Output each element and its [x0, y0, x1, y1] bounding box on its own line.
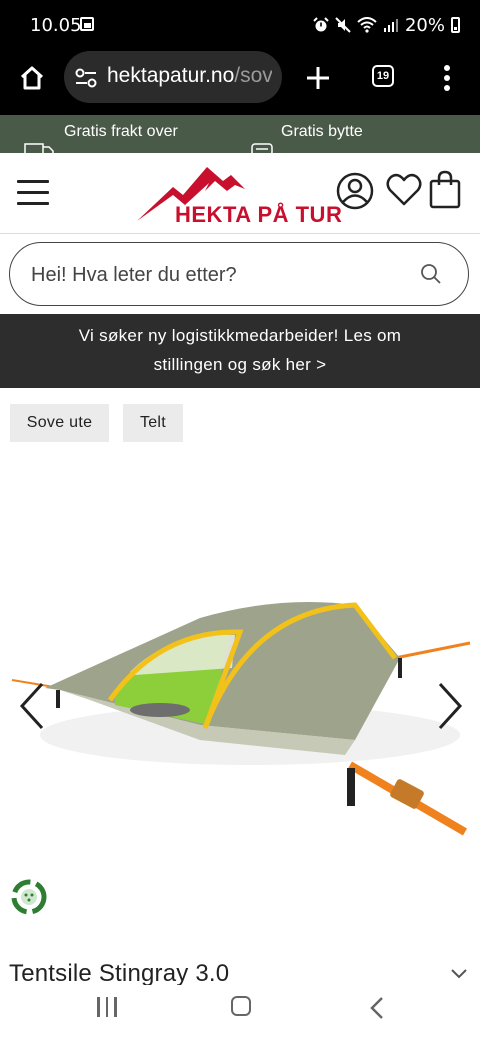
url-path: /sov	[234, 64, 272, 87]
tag-sove-ute[interactable]: Sove ute	[10, 404, 109, 442]
promo-strip: Gratis frakt over Gratis bytte	[0, 115, 480, 153]
site-logo[interactable]: HEKTA PÅ TUR	[135, 165, 342, 227]
search-input[interactable]	[29, 257, 403, 293]
android-nav-bar	[0, 985, 480, 1040]
battery-percent: 20%	[404, 14, 445, 36]
site-settings-icon[interactable]	[74, 67, 98, 89]
hanging-tree-tent-image[interactable]	[0, 540, 480, 840]
url-text[interactable]: hektapatur.no/sov	[107, 64, 272, 88]
carousel-prev-arrow-icon[interactable]	[14, 680, 50, 732]
status-bar: 10.05 20%	[0, 0, 480, 50]
alarm-icon	[313, 17, 329, 32]
home-icon	[20, 66, 44, 90]
announcement-link[interactable]: stillingen og søk her >	[0, 350, 480, 379]
announcement-line-1: Vi søker ny logistikkmedarbeider! Les om	[78, 326, 402, 345]
recycle-icon	[11, 879, 47, 915]
more-vertical-icon	[444, 65, 450, 91]
plus-icon	[307, 67, 329, 89]
site-header: HEKTA PÅ TUR	[0, 153, 480, 234]
recent-apps-icon[interactable]	[97, 997, 117, 1017]
mute-icon	[335, 17, 351, 33]
exchange-icon	[251, 143, 273, 153]
back-icon[interactable]	[368, 995, 386, 1021]
truck-icon	[24, 143, 54, 153]
product-title: Tentsile Stingray 3.0	[9, 960, 230, 987]
carousel-next-arrow-icon[interactable]	[432, 680, 468, 732]
browser-toolbar: hektapatur.no/sov 19	[0, 50, 480, 115]
signal-icon	[383, 19, 398, 32]
home-nav-icon[interactable]	[231, 996, 251, 1016]
menu-icon[interactable]	[17, 180, 49, 206]
new-tab-button[interactable]	[300, 60, 336, 96]
chevron-down-icon[interactable]	[450, 968, 468, 980]
tab-switcher-button[interactable]: 19	[372, 65, 394, 87]
status-time: 10.05	[30, 15, 82, 36]
search-bar[interactable]	[9, 242, 469, 306]
tag-telt[interactable]: Telt	[123, 404, 183, 442]
promo-free-shipping: Gratis frakt over	[64, 123, 178, 140]
home-button[interactable]	[14, 60, 50, 96]
account-icon[interactable]	[335, 171, 375, 211]
gallery-icon	[80, 17, 94, 31]
cart-bag-icon[interactable]	[428, 169, 462, 209]
announcement-banner[interactable]: Vi søker ny logistikkmedarbeider! Les om…	[0, 314, 480, 388]
battery-icon	[451, 17, 460, 33]
search-icon[interactable]	[420, 263, 442, 285]
promo-free-exchange: Gratis bytte	[281, 123, 363, 140]
logo-text: HEKTA PÅ TUR	[175, 202, 343, 227]
status-icons: 20%	[313, 14, 460, 36]
menu-button[interactable]	[440, 64, 454, 92]
wifi-icon	[357, 17, 377, 33]
url-domain: hektapatur.no	[107, 64, 235, 87]
address-bar[interactable]: hektapatur.no/sov	[64, 51, 282, 103]
wishlist-heart-icon[interactable]	[386, 173, 422, 207]
